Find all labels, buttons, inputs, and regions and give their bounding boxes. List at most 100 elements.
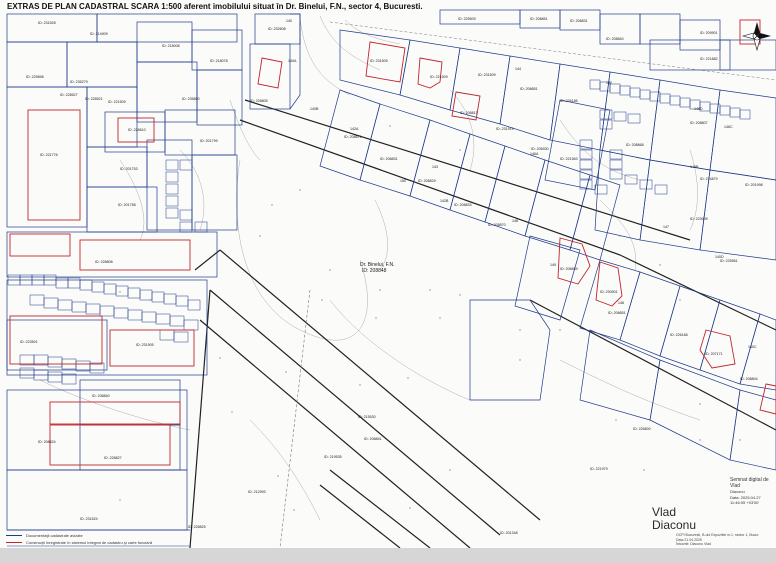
plot-number: 142B <box>440 199 449 203</box>
dense-parcels-left <box>7 159 208 385</box>
plot-number: 152 <box>606 81 612 85</box>
pid: ID: 208833 <box>454 203 472 207</box>
bottom-strip <box>0 548 776 563</box>
pid: ID: 208824 <box>38 440 56 444</box>
pid: ID: 208859 <box>560 267 578 271</box>
pid: ID: 225509 <box>458 17 476 21</box>
pid: ID: 201998 <box>745 183 763 187</box>
pid: ID: 225561 <box>720 259 738 263</box>
pid: ID: 228825 <box>188 525 206 529</box>
pid: ID: 206930 <box>531 147 549 151</box>
pid: ID: 208851 <box>520 87 538 91</box>
legend-swatch-building <box>6 542 22 543</box>
pid: ID: 208868 <box>626 143 644 147</box>
pid: ID: 231528 <box>38 21 56 25</box>
pid: ID: 230901 <box>600 290 618 294</box>
road-lines <box>189 99 776 548</box>
pid: ID: 201758 <box>118 203 136 207</box>
pid: ID: 208870 <box>488 223 506 227</box>
pid: ID: 229898 <box>26 75 44 79</box>
pid: ID: 214909 <box>90 32 108 36</box>
plot-number: 148 <box>512 219 518 223</box>
pid: ID: 221979 <box>590 467 608 471</box>
subject-parcel-id: ID: 208848 <box>362 268 387 274</box>
plot-number: 140 <box>286 19 292 23</box>
pid: ID: 231905 <box>136 343 154 347</box>
pid: ID: 215530 <box>358 415 376 419</box>
plot-number: 146 <box>618 301 624 305</box>
plot-number: 147 <box>663 225 669 229</box>
pid: ID: 208813 <box>460 111 478 115</box>
pid: ID: 232608 <box>268 27 286 31</box>
pid: ID: 221882 <box>700 57 718 61</box>
pid: ID: 228808 <box>95 260 113 264</box>
pid: ID: 228805 <box>250 99 268 103</box>
plot-number: 140D <box>715 255 724 259</box>
pid: ID: 208804 <box>740 377 758 381</box>
plot-number: 149 <box>550 263 556 267</box>
cadastral-map: ID: 231528 ID: 214909 ID: 218008 ID: 218… <box>6 9 776 548</box>
pid: ID: 235279 <box>70 80 88 84</box>
pid: ID: 223501 <box>20 340 38 344</box>
pid: ID: 231509 <box>478 73 496 77</box>
plot-number: 146C <box>724 125 733 129</box>
pid: ID: 208871 <box>344 135 362 139</box>
plot-number: 140C <box>748 345 757 349</box>
compass-north-icon <box>741 22 771 52</box>
signature-box-line: 11:46:05 +03'00' <box>730 500 760 506</box>
pid: ID: 235850 <box>182 97 200 101</box>
pid: ID: 201348 <box>500 531 518 535</box>
pid: ID: 226800 <box>633 427 651 431</box>
pid: ID: 207171 <box>705 352 723 356</box>
plot-number: 143 <box>432 165 438 169</box>
signature-last-name: Diaconu <box>652 518 697 532</box>
plot-number: 146D <box>694 107 703 111</box>
cadastral-sheet: ID: 231528 ID: 214909 ID: 218008 ID: 218… <box>0 0 776 548</box>
pid: ID: 228610 <box>128 128 146 132</box>
plot-number: 150 <box>400 179 406 183</box>
dashed-axis <box>279 289 311 548</box>
pid: ID: 221509 <box>430 75 448 79</box>
legend: Documentaţii cadastrale avizate Construc… <box>6 532 152 546</box>
pid: ID: 226186 <box>560 99 578 103</box>
pid: ID: 223009 <box>690 217 708 221</box>
legend-item: Construcţii înregistrate în sistemul int… <box>6 539 152 546</box>
pid: ID: 208829 <box>418 179 436 183</box>
digital-signature-box: Semnat digital de Vlad Diaconu Data: 202… <box>730 477 776 506</box>
pid: ID: 208851 <box>608 311 626 315</box>
pid: ID: 208840 <box>92 394 110 398</box>
pid: ID: 228521 <box>85 97 103 101</box>
pid: ID: 208831 <box>570 19 588 23</box>
pid: ID: 218008 <box>162 44 180 48</box>
pid: ID: 212993 <box>248 490 266 494</box>
pid: ID: 231509 <box>370 59 388 63</box>
pid: ID: 228827 <box>104 456 122 460</box>
plot-number: 142A <box>350 127 359 131</box>
plot-number: 140B <box>310 107 319 111</box>
legend-item: Documentaţii cadastrale avizate <box>6 532 152 539</box>
pid: ID: 201753 <box>120 167 138 171</box>
pid: ID: 221776 <box>40 153 58 157</box>
plot-number: 146B <box>690 165 699 169</box>
plot-number: 144 <box>515 67 521 71</box>
legend-label: Documentaţii cadastrale avizate <box>26 533 83 538</box>
pid: ID: 231919 <box>496 127 514 131</box>
pid: ID: 221563 <box>560 157 578 161</box>
dense-parcels-right <box>579 79 751 195</box>
plot-number-labels: 140 140A 140B 140C 140D 142A 142B 143 14… <box>286 19 757 349</box>
footer-note: OCPI București, B-dul Expozitiei nr.1, s… <box>676 533 774 547</box>
pid: ID: 208851 <box>530 17 548 21</box>
legend-swatch-parcel <box>6 535 22 536</box>
plot-number: 146A <box>530 152 539 156</box>
upper-band-parcels <box>339 29 776 261</box>
signature-box-title: Semnat digital de Vlad <box>730 477 769 489</box>
legend-label: Construcţii înregistrate în sistemul int… <box>26 540 153 545</box>
page-title: EXTRAS DE PLAN CADASTRAL SCARA 1:500 afe… <box>7 2 423 11</box>
pid: ID: 228527 <box>60 93 78 97</box>
signature-name: Vlad Diaconu <box>652 506 696 532</box>
pid: ID: 209901 <box>700 31 718 35</box>
footer-note-line: Întocmit: Diaconu Vlad <box>676 542 712 546</box>
pid: ID: 231524 <box>80 517 98 521</box>
pid: ID: 226168 <box>670 333 688 337</box>
pid: ID: 218078 <box>210 59 228 63</box>
